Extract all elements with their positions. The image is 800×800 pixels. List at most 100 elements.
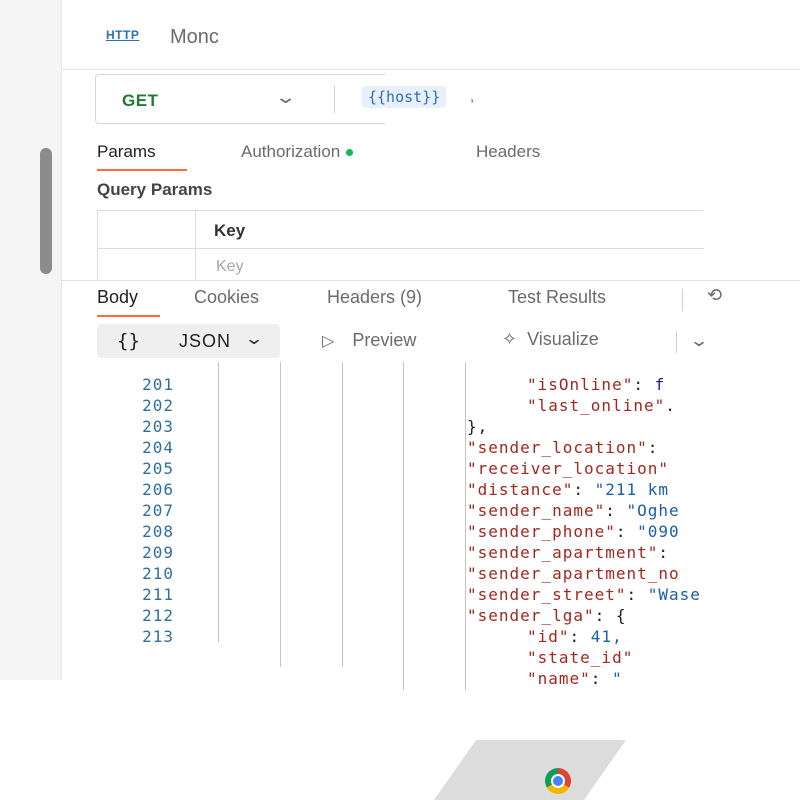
- json-punct: :: [633, 375, 655, 394]
- tab-response-headers[interactable]: Headers (9): [327, 287, 422, 308]
- divider: [98, 248, 704, 249]
- code-line: "id": 41,: [527, 626, 623, 647]
- json-key: "state_id": [527, 648, 634, 667]
- json-key: "sender_name": [467, 501, 606, 520]
- tab-headers[interactable]: Headers: [476, 142, 540, 162]
- status-dot-icon: [346, 149, 354, 157]
- query-params-table: Key Key: [97, 210, 704, 281]
- json-value: "211 km: [594, 480, 670, 499]
- json-key: "sender_apartment_no: [467, 564, 680, 583]
- preview-button[interactable]: ▷ Preview: [322, 330, 416, 351]
- code-line: "sender_apartment_no: [467, 563, 680, 584]
- url-bar: GET ⌄: [95, 74, 385, 124]
- json-value: "Wase: [647, 585, 701, 604]
- line-number: 207: [142, 501, 174, 520]
- json-key: "sender_street": [467, 585, 627, 604]
- json-value: ": [612, 669, 623, 688]
- active-tab-indicator: [97, 169, 187, 171]
- format-select[interactable]: {} JSON ⌄: [97, 324, 280, 358]
- key-column-header: Key: [214, 221, 246, 240]
- tab-cookies[interactable]: Cookies: [194, 287, 259, 308]
- line-number: 206: [142, 480, 174, 499]
- response-body-editor[interactable]: 201 202 203 204 205 206 207 208 209 210 211 212 213 "…: [62, 362, 800, 720]
- method-select[interactable]: GET: [122, 91, 158, 111]
- code-line: "sender_street": "Wase: [467, 584, 701, 605]
- json-key: "sender_apartment": [467, 543, 659, 562]
- tab-body[interactable]: Body: [97, 287, 138, 308]
- code-line: "sender_lga": {: [467, 605, 627, 626]
- json-key: "isOnline": [527, 375, 634, 394]
- line-number: 208: [142, 522, 174, 541]
- code-line: "state_id": [527, 647, 633, 668]
- chevron-down-icon: ⌄: [244, 329, 265, 348]
- background: [0, 690, 800, 800]
- indent-guide: [342, 362, 343, 667]
- json-punct: :: [573, 480, 595, 499]
- json-punct: },: [467, 417, 489, 436]
- json-key: "sender_location": [467, 438, 648, 457]
- request-name[interactable]: Monc: [170, 26, 219, 49]
- request-tabs: Params Authorization Headers: [97, 140, 617, 174]
- code-line: "last_online".: [527, 395, 676, 416]
- json-key: "sender_phone": [467, 522, 616, 541]
- json-punct: :: [647, 438, 659, 457]
- line-number: 203: [142, 417, 174, 436]
- json-punct: :: [594, 606, 616, 625]
- code-line: "sender_phone": "090: [467, 521, 680, 542]
- json-value: "090: [637, 522, 680, 541]
- json-value: 41,: [590, 627, 623, 646]
- indent-guide: [218, 362, 219, 642]
- divider: [195, 211, 196, 281]
- code-line: "receiver_location": [467, 458, 669, 479]
- tab-test-results[interactable]: Test Results: [508, 287, 606, 308]
- line-number: 210: [142, 564, 174, 583]
- code-line: "sender_apartment":: [467, 542, 680, 563]
- line-number: 202: [142, 396, 174, 415]
- json-key: "name": [527, 669, 591, 688]
- tab-params[interactable]: Params: [97, 142, 156, 162]
- tab-label: Authorization: [241, 142, 341, 161]
- line-number: 201: [142, 375, 174, 394]
- json-value: {: [615, 606, 627, 625]
- json-key: "id": [527, 627, 570, 646]
- braces-icon: {}: [117, 330, 140, 352]
- json-punct: :: [605, 501, 627, 520]
- scrollbar-thumb[interactable]: [40, 148, 52, 274]
- json-punct: :: [590, 669, 613, 688]
- indent-guide: [465, 362, 466, 720]
- code-line: "name": ": [527, 668, 623, 689]
- indent-guide: [280, 362, 281, 667]
- code-line: "sender_location":: [467, 437, 658, 458]
- json-punct: :: [615, 522, 638, 541]
- query-params-title: Query Params: [97, 180, 213, 199]
- divider: [676, 331, 677, 353]
- json-punct: :: [658, 543, 680, 562]
- json-key: "receiver_location": [467, 459, 670, 478]
- visualize-label: Visualize: [527, 329, 599, 349]
- line-number: 205: [142, 459, 174, 478]
- code-line: "sender_name": "Oghe: [467, 500, 680, 521]
- line-number: 213: [142, 627, 174, 646]
- json-punct: .: [665, 396, 676, 415]
- history-icon[interactable]: ⟲: [707, 285, 722, 306]
- sidebar-gutter: [0, 0, 62, 680]
- tab-authorization[interactable]: Authorization: [241, 142, 354, 162]
- preview-label: Preview: [352, 330, 417, 350]
- http-icon: HTTP: [106, 28, 140, 42]
- visualize-button[interactable]: ✧ Visualize: [502, 329, 599, 350]
- chevron-down-icon[interactable]: ⌄: [274, 87, 297, 108]
- json-key: "distance": [467, 480, 574, 499]
- line-number: 209: [142, 543, 174, 562]
- url-input[interactable]: ,: [470, 88, 474, 105]
- indent-guide: [403, 362, 404, 720]
- json-value: "Oghe: [626, 501, 680, 520]
- chevron-down-icon[interactable]: ⌄: [689, 331, 709, 351]
- url-variable[interactable]: {{host}}: [362, 86, 447, 108]
- json-key: "sender_lga": [467, 606, 595, 625]
- divider: [682, 289, 683, 311]
- code-line: "isOnline": f: [527, 374, 665, 395]
- code-line: },: [467, 416, 488, 437]
- key-input[interactable]: Key: [216, 258, 244, 276]
- chrome-icon[interactable]: [545, 768, 571, 794]
- divider: [334, 85, 335, 113]
